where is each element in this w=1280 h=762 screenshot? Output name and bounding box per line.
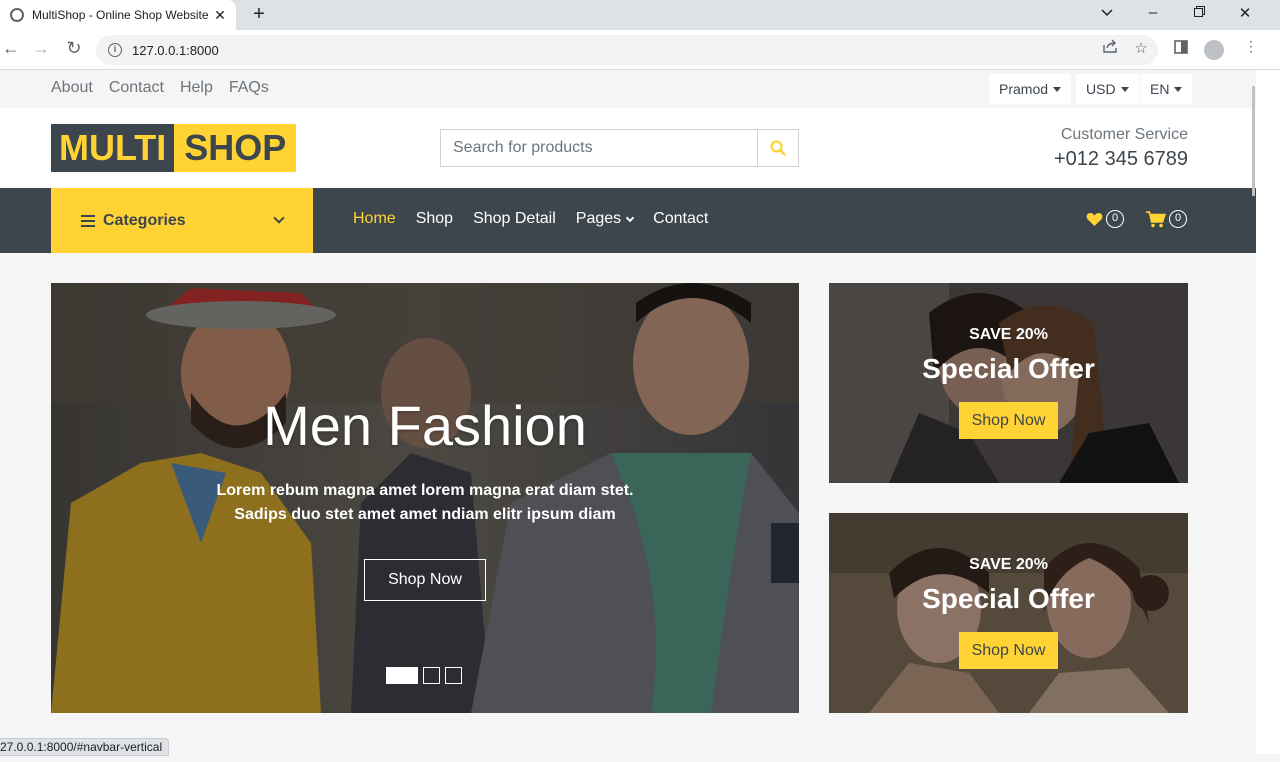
carousel-title: Men Fashion: [263, 394, 587, 457]
logo-shop: SHOP: [174, 124, 297, 172]
main-navbar: Categories Home Shop Shop Detail Pages C…: [0, 188, 1256, 253]
wishlist-count-badge: 0: [1106, 210, 1124, 228]
globe-icon: [10, 8, 24, 22]
offer-shop-now-button[interactable]: Shop Now: [959, 402, 1058, 439]
page-scrollbar-track[interactable]: [1256, 70, 1280, 754]
top-bar: About Contact Help FAQs Pramod USD EN: [0, 70, 1256, 108]
nav-pages-label: Pages: [575, 210, 622, 227]
offer-save-label: SAVE 20%: [969, 556, 1048, 573]
restore-icon[interactable]: [1189, 4, 1209, 21]
hero-carousel: Men Fashion Lorem rebum magna amet lorem…: [51, 283, 799, 713]
caret-down-icon: [1174, 86, 1183, 92]
minimize-icon[interactable]: –: [1143, 4, 1163, 21]
status-bar-url: 27.0.0.1:8000/#navbar-vertical: [0, 738, 170, 756]
carousel-indicator-2[interactable]: [423, 667, 440, 684]
bars-icon: [81, 212, 95, 230]
reload-icon[interactable]: ↻: [63, 38, 85, 59]
new-tab-icon[interactable]: +: [248, 3, 270, 26]
search-icon: [770, 140, 786, 156]
currency-dropdown[interactable]: USD: [1076, 74, 1139, 104]
nav-shop[interactable]: Shop: [416, 210, 453, 228]
categories-label: Categories: [103, 211, 186, 229]
language-dropdown-label: EN: [1150, 81, 1170, 97]
customer-service: Customer Service +012 345 6789: [1054, 126, 1188, 171]
side-panel-icon[interactable]: [1174, 40, 1188, 59]
tab-search-icon[interactable]: [1097, 4, 1117, 21]
heart-icon: [1086, 212, 1103, 226]
search-form: [440, 129, 799, 167]
user-dropdown[interactable]: Pramod: [989, 74, 1072, 104]
profile-avatar[interactable]: [1204, 40, 1224, 60]
nav-menu: Home Shop Shop Detail Pages Contact: [353, 210, 708, 228]
categories-toggle[interactable]: Categories: [51, 188, 313, 253]
close-tab-icon[interactable]: ✕: [212, 7, 228, 24]
top-link-faqs[interactable]: FAQs: [229, 79, 269, 97]
top-link-about[interactable]: About: [51, 79, 93, 97]
tab-title: MultiShop - Online Shop Website: [32, 8, 209, 22]
wishlist-link[interactable]: 0: [1086, 210, 1124, 228]
share-icon[interactable]: [1100, 39, 1120, 57]
top-link-contact[interactable]: Contact: [109, 79, 164, 97]
carousel-indicator-1[interactable]: [386, 667, 418, 684]
carousel-text: Lorem rebum magna amet lorem magna erat …: [216, 482, 634, 523]
browser-tab[interactable]: MultiShop - Online Shop Website ✕: [0, 0, 236, 30]
carousel-shop-now-button[interactable]: Shop Now: [364, 559, 486, 601]
site-logo[interactable]: MULTI SHOP: [51, 124, 297, 172]
offer-shop-now-button[interactable]: Shop Now: [959, 632, 1058, 669]
search-input[interactable]: [441, 130, 757, 166]
logo-multi: MULTI: [51, 124, 175, 172]
carousel-indicators: [386, 667, 462, 684]
address-bar: ← → ↻ i 127.0.0.1:8000 ☆ ⋮: [0, 30, 1280, 70]
web-page: About Contact Help FAQs Pramod USD EN MU…: [0, 70, 1256, 754]
site-info-icon[interactable]: i: [108, 43, 122, 57]
browser-tab-bar: MultiShop - Online Shop Website ✕ + – ✕: [0, 0, 1280, 30]
menu-kebab-icon[interactable]: ⋮: [1244, 38, 1258, 55]
window-close-icon[interactable]: ✕: [1235, 4, 1255, 22]
offer-banner-1: SAVE 20% Special Offer Shop Now: [829, 283, 1188, 483]
customer-service-phone: +012 345 6789: [1053, 148, 1188, 170]
chevron-down-icon: [273, 212, 285, 224]
currency-dropdown-label: USD: [1086, 81, 1116, 97]
url-text: 127.0.0.1:8000: [132, 42, 219, 58]
offer-title: Special Offer: [922, 583, 1095, 614]
forward-icon[interactable]: →: [30, 38, 52, 59]
nav-home[interactable]: Home: [353, 210, 396, 228]
offer-title: Special Offer: [922, 353, 1095, 384]
page-scrollbar-thumb[interactable]: [1252, 86, 1255, 196]
site-header: MULTI SHOP Customer Service +012 345 678…: [0, 108, 1256, 188]
shopping-cart-icon: [1146, 210, 1166, 227]
caret-down-icon: [1053, 86, 1062, 92]
top-link-help[interactable]: Help: [180, 79, 213, 97]
bookmark-star-icon[interactable]: ☆: [1131, 39, 1151, 57]
offer-banner-2: SAVE 20% Special Offer Shop Now: [829, 513, 1188, 713]
offer-save-label: SAVE 20%: [969, 326, 1048, 343]
search-button[interactable]: [757, 130, 798, 166]
cart-count-badge: 0: [1169, 210, 1187, 228]
caret-down-icon: [1120, 86, 1129, 92]
nav-contact[interactable]: Contact: [653, 210, 708, 228]
top-links: About Contact Help FAQs: [51, 79, 269, 97]
chevron-down-icon: [625, 213, 635, 222]
url-field[interactable]: i 127.0.0.1:8000: [96, 35, 1158, 65]
customer-service-label: Customer Service: [1060, 126, 1188, 143]
user-dropdown-label: Pramod: [999, 81, 1049, 97]
cart-link[interactable]: 0: [1146, 210, 1187, 228]
language-dropdown[interactable]: EN: [1140, 74, 1193, 104]
nav-pages-dropdown[interactable]: Pages: [575, 210, 635, 228]
nav-shop-detail[interactable]: Shop Detail: [473, 210, 556, 228]
carousel-indicator-3[interactable]: [445, 667, 462, 684]
back-icon[interactable]: ←: [0, 38, 22, 59]
